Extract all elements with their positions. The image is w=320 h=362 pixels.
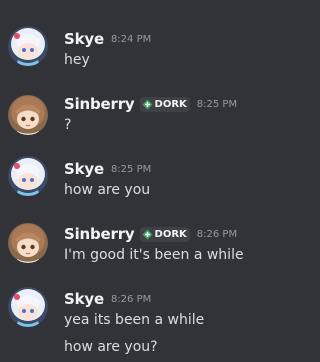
message-text: ? <box>64 117 72 133</box>
role-tag-label: DORK <box>154 98 187 110</box>
timestamp[interactable]: 8:26 PM <box>111 294 151 305</box>
skye-avatar[interactable] <box>8 287 48 327</box>
sinberry-avatar[interactable] <box>8 223 48 263</box>
username[interactable]: Sinberry <box>64 95 135 113</box>
message-text: I'm good it's been a while <box>64 247 244 263</box>
timestamp[interactable]: 8:24 PM <box>111 34 151 45</box>
diamond-plus-icon <box>142 229 153 239</box>
sinberry-avatar[interactable] <box>8 95 48 135</box>
message-header: Skye 8:25 PM <box>64 159 151 179</box>
timestamp[interactable]: 8:26 PM <box>197 229 237 240</box>
timestamp[interactable]: 8:25 PM <box>111 164 151 175</box>
message-text: how are you? <box>64 339 158 355</box>
timestamp[interactable]: 8:25 PM <box>197 99 237 110</box>
username[interactable]: Skye <box>64 290 104 308</box>
skye-avatar[interactable] <box>8 26 48 66</box>
message-text: hey <box>64 52 90 68</box>
role-tag[interactable]: DORK <box>139 96 190 112</box>
username[interactable]: Sinberry <box>64 225 135 243</box>
message-header: Sinberry DORK 8:26 PM <box>64 224 237 244</box>
message-header: Skye 8:26 PM <box>64 289 151 309</box>
username[interactable]: Skye <box>64 30 104 48</box>
role-tag[interactable]: DORK <box>139 226 190 242</box>
diamond-plus-icon <box>142 99 153 109</box>
message-header: Sinberry DORK 8:25 PM <box>64 94 237 114</box>
username[interactable]: Skye <box>64 160 104 178</box>
message-text: yea its been a while <box>64 312 205 328</box>
message-header: Skye 8:24 PM <box>64 29 151 49</box>
role-tag-label: DORK <box>154 228 187 240</box>
skye-avatar[interactable] <box>8 156 48 196</box>
message-text: how are you <box>64 182 151 198</box>
